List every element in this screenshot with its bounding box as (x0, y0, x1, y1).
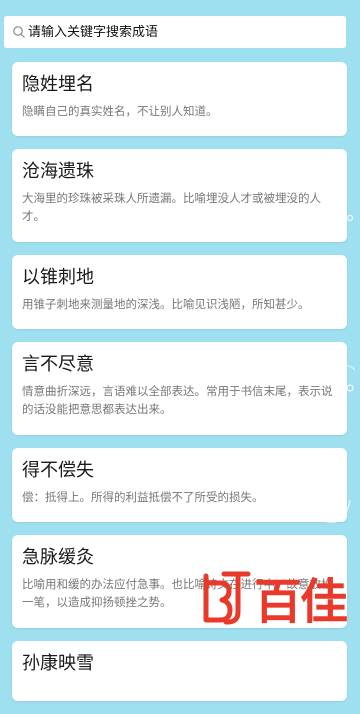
search-icon (13, 26, 25, 38)
idiom-title: 以锥刺地 (22, 267, 94, 288)
idiom-card[interactable]: 得不偿失 偿：抵得上。所得的利益抵偿不了所受的损失。 (12, 448, 347, 522)
svg-text:百佳: 百佳 (254, 574, 347, 628)
idiom-description: 用锥子刺地来测量地的深浅。比喻见识浅陋，所知甚少。 (22, 297, 310, 311)
idiom-card[interactable]: 孙康映雪 (12, 641, 347, 701)
watermark-logo: 百佳 (203, 571, 349, 628)
idiom-title: 沧海遗珠 (22, 161, 94, 182)
idiom-card[interactable]: 隐姓埋名 隐瞒自己的真实姓名，不让别人知道。 (12, 62, 347, 136)
idiom-card[interactable]: 以锥刺地 用锥子刺地来测量地的深浅。比喻见识浅陋，所知甚少。 (12, 255, 347, 329)
idiom-title: 孙康映雪 (22, 653, 94, 674)
idiom-description: 偿：抵得上。所得的利益抵偿不了所受的损失。 (22, 490, 264, 504)
idiom-description: 大海里的珍珠被采珠人所遗漏。比喻埋没人才或被埋没的人才。 (22, 191, 321, 223)
idiom-description: 情意曲折深远，言语难以全部表达。常用于书信末尾，表示说的话没能把意思都表达出来。 (22, 384, 333, 416)
idiom-title: 隐姓埋名 (22, 74, 94, 95)
idiom-description: 隐瞒自己的真实姓名，不让别人知道。 (22, 104, 218, 118)
idiom-card[interactable]: 言不尽意 情意曲折深远，言语难以全部表达。常用于书信末尾，表示说的话没能把意思都… (12, 342, 347, 435)
idiom-title: 言不尽意 (22, 354, 94, 375)
search-bar[interactable] (4, 16, 346, 48)
idiom-title: 得不偿失 (22, 460, 94, 481)
search-input[interactable] (26, 24, 328, 40)
idiom-card[interactable]: 沧海遗珠 大海里的珍珠被采珠人所遗漏。比喻埋没人才或被埋没的人才。 (12, 149, 347, 242)
